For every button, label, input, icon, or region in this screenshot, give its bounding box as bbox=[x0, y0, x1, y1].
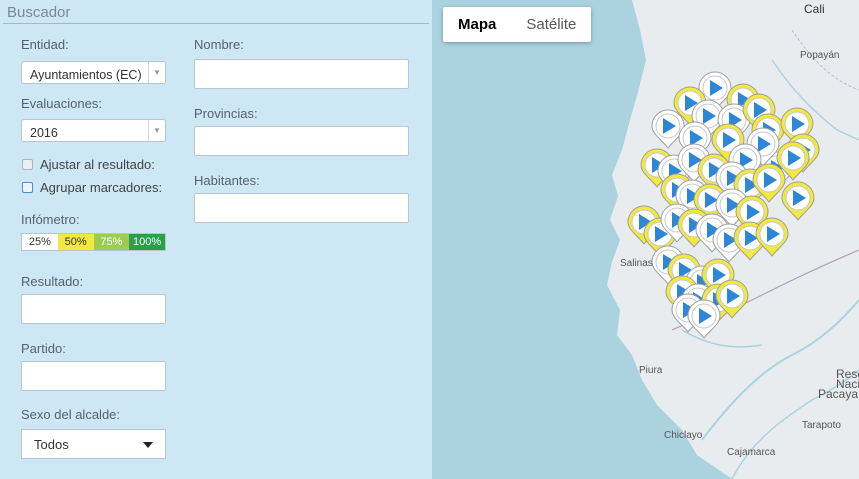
resultado-label: Resultado: bbox=[21, 274, 84, 289]
map-type-control[interactable]: Mapa Satélite bbox=[443, 7, 592, 42]
map-view[interactable]: Mapa Satélite Cali Popayán Salinas Piura… bbox=[432, 0, 859, 479]
sexo-label: Sexo del alcalde: bbox=[21, 407, 121, 422]
infometro-segment: 50% bbox=[57, 234, 94, 250]
infometro-label: Infómetro: bbox=[21, 212, 80, 227]
panel-divider bbox=[3, 23, 429, 24]
evaluaciones-label: Evaluaciones: bbox=[21, 96, 102, 111]
search-panel: Buscador Entidad: Ayuntamientos (EC) ▼ E… bbox=[0, 0, 432, 479]
habitantes-label: Habitantes: bbox=[194, 173, 260, 188]
provincias-input[interactable] bbox=[194, 126, 409, 156]
city-label: Piura bbox=[639, 365, 663, 376]
provincias-label: Provincias: bbox=[194, 106, 258, 121]
ajustar-checkbox-row[interactable]: Ajustar al resultado: bbox=[22, 157, 155, 172]
resultado-input[interactable] bbox=[21, 294, 166, 324]
agrupar-checkbox[interactable] bbox=[22, 182, 33, 193]
city-label: Cajamarca bbox=[727, 447, 776, 458]
evaluaciones-select[interactable]: 2016 ▼ bbox=[21, 119, 166, 142]
select-arrow-icon: ▼ bbox=[148, 62, 165, 83]
partido-input[interactable] bbox=[21, 361, 166, 391]
agrupar-checkbox-row[interactable]: Agrupar marcadores: bbox=[22, 180, 162, 195]
agrupar-label: Agrupar marcadores: bbox=[40, 180, 163, 195]
sexo-select-value: Todos bbox=[34, 437, 69, 452]
partido-label: Partido: bbox=[21, 341, 66, 356]
infometro-segment: 100% bbox=[129, 234, 165, 250]
entidad-label: Entidad: bbox=[21, 37, 69, 52]
entidad-select-value: Ayuntamientos (EC) bbox=[30, 68, 142, 82]
city-label: Salinas bbox=[620, 258, 653, 269]
map-type-mapa-button[interactable]: Mapa bbox=[443, 7, 511, 42]
infometro-legend: 25% 50% 75% 100% bbox=[21, 233, 166, 251]
nombre-input[interactable] bbox=[194, 59, 409, 89]
city-label: Naci bbox=[836, 377, 859, 391]
sexo-select[interactable]: Todos bbox=[21, 429, 166, 459]
city-label: Popayán bbox=[800, 50, 840, 61]
select-arrow-icon: ▼ bbox=[148, 120, 165, 141]
evaluaciones-select-value: 2016 bbox=[30, 126, 58, 140]
ajustar-checkbox[interactable] bbox=[22, 159, 33, 170]
infometro-segment: 25% bbox=[22, 234, 58, 250]
habitantes-input[interactable] bbox=[194, 193, 409, 223]
infometro-segment: 75% bbox=[93, 234, 130, 250]
panel-title: Buscador bbox=[7, 4, 71, 21]
city-label: Tarapoto bbox=[802, 420, 841, 431]
city-label: Chiclayo bbox=[664, 430, 703, 441]
city-label: Cali bbox=[804, 2, 825, 16]
ajustar-label: Ajustar al resultado: bbox=[40, 157, 155, 172]
entidad-select[interactable]: Ayuntamientos (EC) ▼ bbox=[21, 61, 166, 84]
caret-down-icon bbox=[143, 442, 153, 448]
nombre-label: Nombre: bbox=[194, 37, 244, 52]
map-canvas[interactable] bbox=[432, 0, 859, 479]
map-type-satelite-button[interactable]: Satélite bbox=[511, 7, 591, 42]
